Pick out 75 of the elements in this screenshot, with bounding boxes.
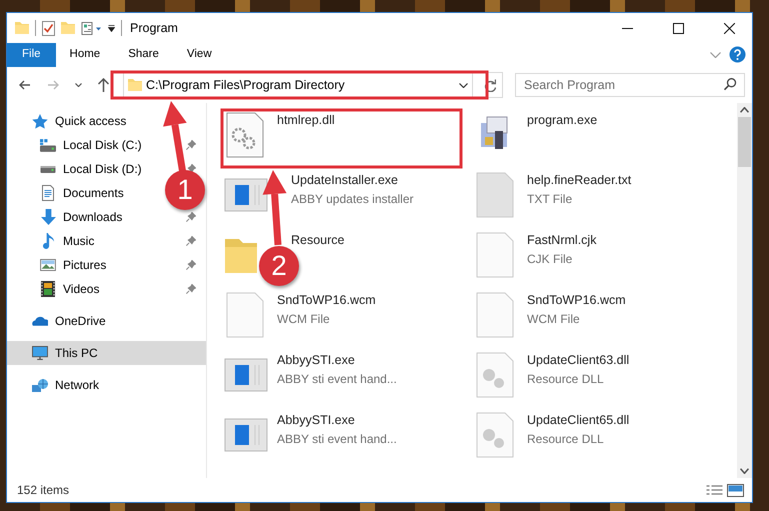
file-name[interactable]: htmlrep.dll (277, 111, 335, 130)
scroll-down-icon[interactable] (740, 468, 749, 474)
pin-icon[interactable] (186, 212, 196, 222)
pin-icon[interactable] (186, 140, 196, 150)
folder-icon (128, 79, 142, 91)
drive-icon (40, 166, 56, 172)
file-name[interactable]: program.exe (527, 111, 598, 130)
music-note-icon (42, 233, 54, 249)
scroll-up-icon[interactable] (740, 107, 749, 113)
nav-item[interactable]: This PC (55, 344, 98, 362)
pin-icon[interactable] (186, 284, 196, 294)
checklist-icon[interactable] (42, 20, 55, 36)
file-name[interactable]: SndToWP16.wcm (277, 291, 376, 310)
large-icons-view-icon[interactable] (727, 484, 744, 496)
dropdown-icon[interactable] (459, 82, 468, 88)
file-name[interactable]: FastNrml.cjk (527, 231, 596, 250)
file-name[interactable]: SndToWP16.wcm (527, 291, 626, 310)
file-type: ABBY updates installer (291, 190, 414, 208)
caret-icon[interactable] (108, 24, 115, 32)
file-type: WCM File (527, 310, 581, 328)
ribbon-tab[interactable]: Share (114, 43, 173, 67)
file-name[interactable]: UpdateInstaller.exe (291, 171, 414, 190)
details-view-icon[interactable] (706, 485, 723, 495)
film-icon (41, 281, 55, 297)
star-icon (32, 114, 48, 128)
file-name[interactable]: UpdateClient63.dll (527, 351, 630, 370)
monitor-icon (32, 346, 48, 360)
file-type: Resource DLL (527, 430, 605, 448)
ribbon-tab[interactable]: Home (56, 43, 114, 67)
expand-ribbon-icon[interactable] (710, 52, 721, 58)
network-icon (32, 378, 48, 392)
nav-item[interactable]: Music (63, 232, 94, 250)
help-icon[interactable] (729, 46, 746, 63)
nav-item[interactable]: OneDrive (55, 312, 106, 330)
cloud-icon (32, 316, 48, 326)
image-icon (40, 259, 56, 271)
file-type: WCM File (277, 310, 331, 328)
pin-icon[interactable] (186, 260, 196, 270)
item-count: 152 items (17, 482, 70, 499)
refresh-icon (484, 78, 496, 92)
window-title: Program (130, 20, 179, 37)
file-name[interactable]: help.fineReader.txt (527, 171, 632, 190)
scrollbar-thumb[interactable] (738, 117, 751, 167)
file-type: Resource DLL (527, 370, 605, 388)
search-field[interactable]: Search Program (515, 73, 745, 97)
document-icon (42, 185, 54, 201)
close-icon (724, 22, 735, 34)
file-name[interactable]: AbbyySTI.exe (277, 351, 397, 370)
nav-item[interactable]: Local Disk (C:) (63, 136, 142, 154)
pin-icon[interactable] (186, 164, 196, 174)
download-arrow-icon (40, 209, 56, 225)
search-icon[interactable] (724, 78, 737, 91)
nav-item[interactable]: Documents (63, 184, 124, 202)
file-type: ABBY sti event hand... (277, 430, 397, 448)
file-name[interactable]: AbbyySTI.exe (277, 411, 397, 430)
file-type: ABBY sti event hand... (277, 370, 397, 388)
nav-item[interactable]: Videos (63, 280, 100, 298)
nav-item[interactable]: Quick access (55, 112, 126, 130)
pin-icon[interactable] (186, 236, 196, 246)
maximize-icon (673, 22, 684, 34)
drive-icon (40, 138, 56, 152)
file-menu-button[interactable]: File (7, 43, 56, 67)
nav-item[interactable]: Downloads (63, 208, 122, 226)
up-arrow-icon[interactable] (98, 78, 109, 92)
file-name[interactable]: UpdateClient65.dll (527, 411, 630, 430)
nav-item[interactable]: Network (55, 376, 100, 394)
properties-icon[interactable] (81, 22, 102, 34)
ribbon-tab[interactable]: View (172, 43, 226, 67)
file-type: CJK File (527, 250, 574, 268)
recent-locations-icon[interactable] (75, 83, 82, 87)
nav-item[interactable]: Local Disk (D:) (63, 160, 142, 178)
file-type: TXT File (527, 190, 574, 208)
back-icon[interactable] (19, 80, 31, 90)
nav-item[interactable]: Pictures (63, 256, 106, 274)
address-bar[interactable]: C:\Program Files\Program Directory (123, 72, 473, 98)
